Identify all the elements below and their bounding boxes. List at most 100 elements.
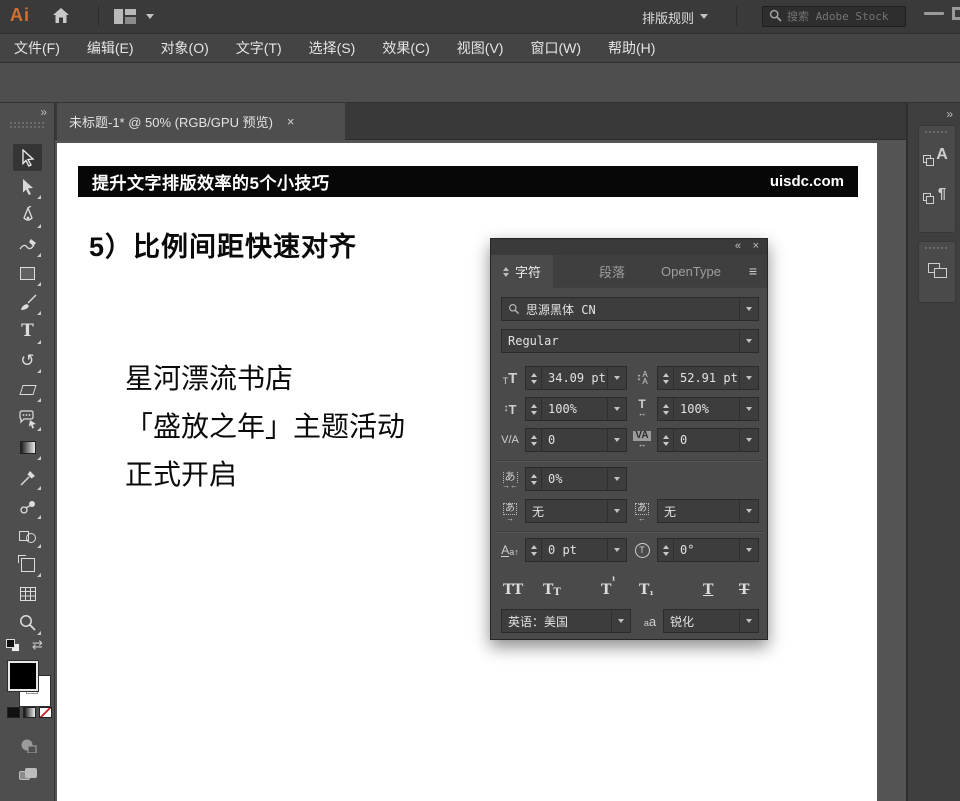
tracking-chevron-icon[interactable] (739, 429, 758, 451)
leading-field[interactable]: 52.91 pt (657, 366, 759, 390)
rectangle-tool[interactable] (13, 260, 42, 287)
document-tab-close-icon[interactable]: × (287, 114, 295, 129)
menu-select[interactable]: 选择(S) (309, 38, 356, 58)
none-button[interactable] (39, 707, 52, 718)
maximize-button[interactable] (952, 7, 960, 20)
strikethrough-button[interactable]: T (739, 576, 749, 598)
tracking-stepper[interactable] (658, 429, 674, 451)
tab-opentype[interactable]: OpenType (649, 255, 733, 288)
baseline-shift-field[interactable]: 0 pt (525, 538, 627, 562)
shape-builder-tool[interactable] (13, 522, 42, 549)
font-style-chevron-icon[interactable] (739, 330, 758, 352)
vertical-scale-chevron-icon[interactable] (607, 398, 626, 420)
leading-stepper[interactable] (658, 367, 674, 389)
font-style-dropdown[interactable]: Regular (501, 329, 759, 353)
pen-tool[interactable] (13, 202, 42, 229)
panel-collapse-icon[interactable]: « (735, 240, 741, 252)
artwork-body-text[interactable]: 星河漂流书店「盛放之年」主题活动正式开启 (125, 355, 405, 499)
panel-group-grip[interactable] (925, 247, 949, 249)
zoom-tool[interactable] (13, 609, 42, 636)
tracking-field[interactable]: 0 (657, 428, 759, 452)
drawing-modes-icon[interactable] (13, 731, 42, 758)
shaper-tool[interactable] (13, 231, 42, 258)
paragraph-styles-panel-icon[interactable]: ¶ (919, 174, 957, 212)
vertical-scale-stepper[interactable] (526, 398, 542, 420)
anti-alias-chevron-icon[interactable] (739, 610, 758, 632)
tab-paragraph[interactable]: 段落 (587, 255, 637, 288)
language-dropdown[interactable]: 英语：美国 (501, 609, 631, 633)
small-caps-button[interactable]: TT (543, 576, 561, 598)
blend-tool[interactable] (13, 493, 42, 520)
menu-file[interactable]: 文件(F) (14, 38, 60, 58)
artwork-banner[interactable]: 提升文字排版效率的5个小技巧 uisdc.com (78, 166, 858, 197)
default-fill-stroke-icon[interactable] (6, 639, 22, 653)
insert-space-left-dropdown[interactable]: 无 (525, 499, 627, 523)
eyedropper-tool[interactable] (13, 464, 42, 491)
menu-help[interactable]: 帮助(H) (608, 38, 655, 58)
gradient-tool[interactable] (13, 434, 42, 461)
arrange-documents-icon[interactable] (114, 9, 136, 24)
kerning-chevron-icon[interactable] (607, 429, 626, 451)
character-styles-panel-icon[interactable]: A (919, 136, 957, 174)
font-family-dropdown[interactable]: 思源黑体 CN (501, 297, 759, 321)
character-rotation-chevron-icon[interactable] (739, 539, 758, 561)
search-input[interactable] (787, 10, 897, 23)
character-rotation-field[interactable]: 0° (657, 538, 759, 562)
menu-type[interactable]: 文字(T) (236, 38, 282, 58)
menu-view[interactable]: 视图(V) (457, 38, 504, 58)
all-caps-button[interactable]: TT (503, 576, 523, 598)
color-button[interactable] (7, 707, 20, 718)
menu-effect[interactable]: 效果(C) (382, 38, 429, 58)
artwork-heading-text[interactable]: 5）比例间距快速对齐 (89, 225, 357, 264)
type-tool[interactable]: T (13, 318, 42, 345)
menu-edit[interactable]: 编辑(E) (87, 38, 134, 58)
comment-tool[interactable] (13, 405, 42, 432)
direct-selection-tool[interactable] (13, 173, 42, 200)
tab-character[interactable]: 字符 (491, 255, 553, 288)
layout-rules-menu[interactable]: 排版规则 (642, 8, 694, 27)
tools-panel-grip[interactable] (10, 122, 44, 124)
selection-tool[interactable] (13, 144, 42, 171)
kerning-stepper[interactable] (526, 429, 542, 451)
vertical-scale-field[interactable]: 100% (525, 397, 627, 421)
panel-menu-icon[interactable]: ≡ (749, 263, 757, 279)
proportional-spacing-chevron-icon[interactable] (607, 468, 626, 490)
menu-object[interactable]: 对象(O) (161, 38, 209, 58)
subscript-button[interactable]: T₁ (639, 576, 654, 598)
insert-space-left-chevron-icon[interactable] (607, 500, 626, 522)
horizontal-scale-stepper[interactable] (658, 398, 674, 420)
baseline-shift-stepper[interactable] (526, 539, 542, 561)
gradient-button[interactable] (23, 707, 36, 718)
document-tab[interactable]: 未标题-1* @ 50% (RGB/GPU 预览) × (57, 103, 345, 140)
font-family-chevron-icon[interactable] (739, 298, 758, 320)
tools-panel-expand-icon[interactable]: » (40, 105, 46, 119)
anti-alias-dropdown[interactable]: 锐化 (663, 609, 759, 633)
kerning-field[interactable]: 0 (525, 428, 627, 452)
artboard-tool[interactable] (13, 551, 42, 578)
font-size-stepper[interactable] (526, 367, 542, 389)
panel-group-grip[interactable] (925, 131, 949, 133)
home-icon[interactable] (52, 7, 70, 27)
underline-button[interactable]: T (703, 576, 713, 598)
tools-panel-grip[interactable] (10, 126, 44, 128)
character-rotation-stepper[interactable] (658, 539, 674, 561)
panel-close-icon[interactable]: × (753, 240, 759, 252)
horizontal-scale-field[interactable]: 100% (657, 397, 759, 421)
swap-fill-stroke-icon[interactable]: ⇄ (32, 637, 43, 653)
perspective-grid-tool[interactable] (13, 580, 42, 607)
proportional-spacing-stepper[interactable] (526, 468, 542, 490)
horizontal-scale-chevron-icon[interactable] (739, 398, 758, 420)
arrange-documents-chevron-icon[interactable] (146, 14, 154, 19)
artboards-panel-icon[interactable] (919, 252, 957, 290)
insert-space-right-chevron-icon[interactable] (739, 500, 758, 522)
menu-window[interactable]: 窗口(W) (530, 38, 581, 58)
rotate-tool[interactable]: ↺ (13, 347, 42, 374)
fill-indicator-swatch[interactable] (8, 661, 38, 691)
layout-rules-chevron-icon[interactable] (700, 14, 708, 19)
character-panel-header[interactable]: « × (491, 239, 767, 255)
font-size-chevron-icon[interactable] (607, 367, 626, 389)
minimize-button[interactable] (924, 12, 944, 15)
superscript-button[interactable]: T¹ (601, 576, 616, 598)
eraser-tool[interactable] (13, 376, 42, 403)
leading-chevron-icon[interactable] (739, 367, 758, 389)
